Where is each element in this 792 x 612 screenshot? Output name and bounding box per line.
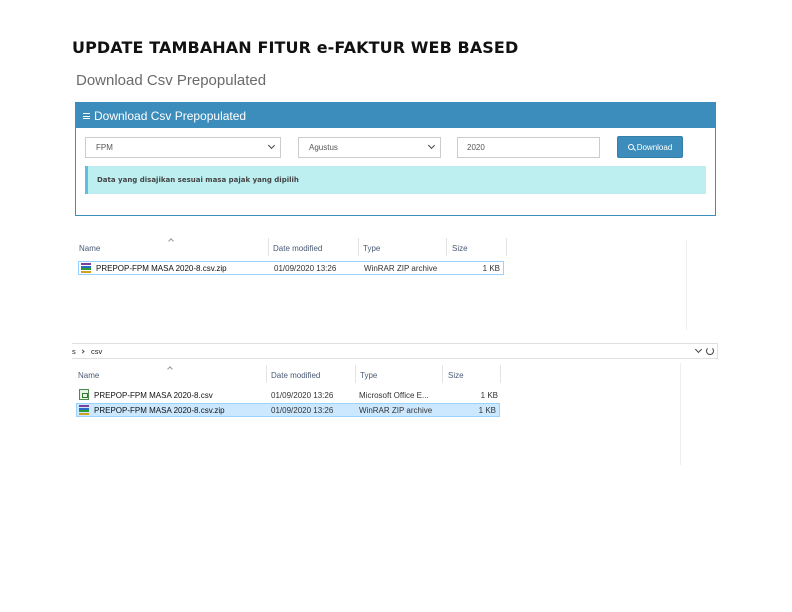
jenis-faktur-value: FPM	[96, 143, 113, 152]
chevron-down-icon[interactable]	[694, 345, 703, 354]
tahun-pajak-input[interactable]: 2020	[457, 137, 600, 158]
file-row-selected[interactable]: PREPOP-FPM MASA 2020-8.csv.zip 01/09/202…	[76, 403, 500, 417]
file-size: 1 KB	[480, 390, 498, 400]
file-size: 1 KB	[482, 263, 500, 273]
page-subtitle: Download Csv Prepopulated	[76, 72, 267, 89]
file-explorer-csv-folder: s csv Name Date modified Type Size PREPO…	[72, 343, 718, 465]
masa-pajak-value: Agustus	[309, 143, 338, 152]
winrar-archive-icon	[81, 263, 91, 273]
file-type: Microsoft Office E...	[359, 390, 429, 400]
file-name: PREPOP-FPM MASA 2020-8.csv	[94, 390, 213, 400]
document-title: UPDATE TAMBAHAN FITUR e-FAKTUR WEB BASED	[72, 38, 519, 57]
file-size: 1 KB	[478, 405, 496, 415]
file-name: PREPOP-FPM MASA 2020-8.csv.zip	[94, 405, 225, 415]
download-button[interactable]: Download	[617, 136, 683, 158]
search-icon	[627, 144, 634, 150]
file-date: 01/09/2020 13:26	[271, 390, 334, 400]
chevron-down-icon	[267, 141, 276, 150]
masa-pajak-select[interactable]: Agustus	[298, 137, 441, 158]
panel-header: Download Csv Prepopulated	[76, 103, 715, 128]
tahun-pajak-value: 2020	[467, 143, 485, 152]
column-header-type[interactable]: Type	[363, 230, 445, 256]
column-header-date[interactable]: Date modified	[273, 230, 359, 256]
column-header-type[interactable]: Type	[360, 357, 442, 383]
column-header-name[interactable]: Name	[79, 230, 269, 256]
file-name: PREPOP-FPM MASA 2020-8.csv.zip	[96, 263, 227, 273]
refresh-icon[interactable]	[706, 347, 714, 355]
column-header-size[interactable]: Size	[452, 230, 506, 256]
file-row[interactable]: PREPOP-FPM MASA 2020-8.csv.zip 01/09/202…	[78, 261, 504, 275]
file-type: WinRAR ZIP archive	[359, 405, 433, 415]
info-alert-text: Data yang disajikan sesuai masa pajak ya…	[97, 176, 299, 184]
info-alert: Data yang disajikan sesuai masa pajak ya…	[85, 166, 706, 194]
column-header-date[interactable]: Date modified	[271, 357, 357, 383]
file-type: WinRAR ZIP archive	[364, 263, 438, 273]
menu-icon	[83, 112, 90, 119]
column-header-size[interactable]: Size	[448, 357, 502, 383]
excel-csv-icon	[79, 389, 89, 400]
file-explorer-list: Name Date modified Type Size PREPOP-FPM …	[76, 230, 688, 330]
winrar-archive-icon	[79, 405, 89, 415]
panel-header-label: Download Csv Prepopulated	[94, 108, 247, 123]
column-header-name[interactable]: Name	[78, 357, 268, 383]
breadcrumb-csv[interactable]: csv	[91, 347, 102, 356]
download-csv-panel: Download Csv Prepopulated FPM Agustus 20…	[75, 102, 716, 216]
breadcrumb-parent[interactable]: s	[72, 347, 76, 356]
file-date: 01/09/2020 13:26	[274, 263, 337, 273]
file-date: 01/09/2020 13:26	[271, 405, 334, 415]
jenis-faktur-select[interactable]: FPM	[85, 137, 281, 158]
download-button-label: Download	[636, 142, 673, 152]
chevron-right-icon	[80, 349, 85, 354]
chevron-down-icon	[427, 141, 436, 150]
file-row[interactable]: PREPOP-FPM MASA 2020-8.csv 01/09/2020 13…	[77, 388, 501, 402]
